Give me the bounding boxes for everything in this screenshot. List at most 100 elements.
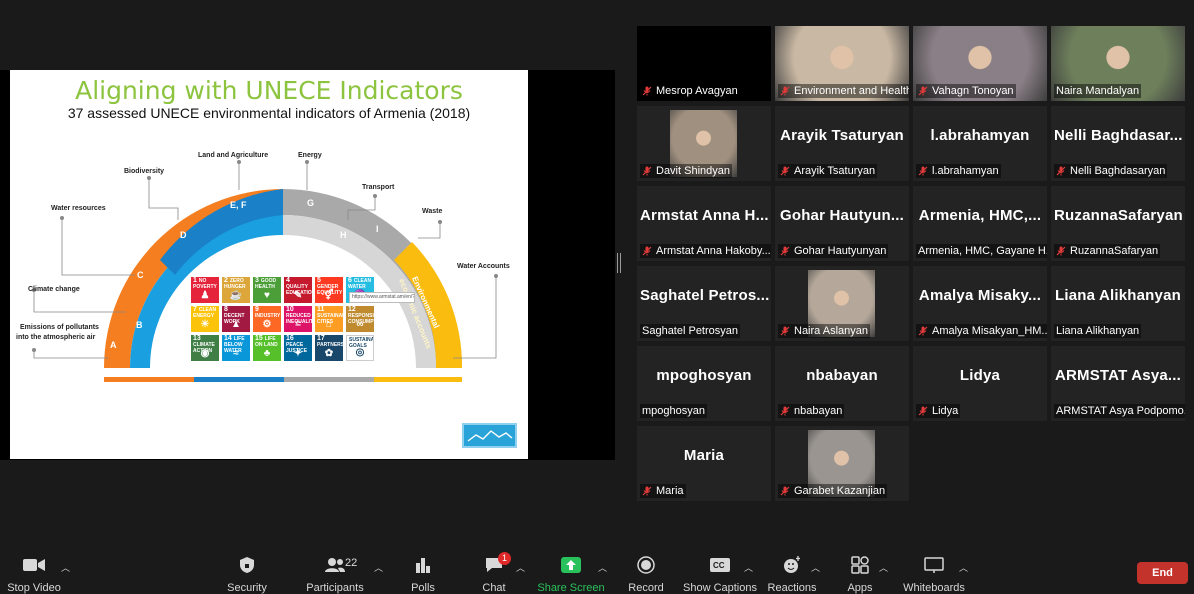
chart-logo-icon xyxy=(467,430,513,442)
record-icon xyxy=(637,556,655,574)
participant-name-label: ARMSTAT Asya Podpomo... xyxy=(1054,404,1185,418)
sdg-goal-icon: ⚙ xyxy=(262,319,272,330)
participant-tile[interactable]: nbabayan nbabayan xyxy=(775,346,909,421)
meeting-toolbar: Stop Video ︿ Security 22 Participants ︿ … xyxy=(0,549,1194,594)
polls-label: Polls xyxy=(411,582,435,594)
participant-tile[interactable]: Mesrop Avagyan xyxy=(637,26,771,101)
participant-tile[interactable]: Environment and Health xyxy=(775,26,909,101)
label-energy: Energy xyxy=(298,152,322,159)
sdg-goal-icon: ▲ xyxy=(231,319,241,330)
sdg-tile: 17 PARTNERSHIPS✿ xyxy=(315,335,343,361)
indicator-arch-diagram: Land and Agriculture Energy Biodiversity… xyxy=(16,152,510,382)
participant-name: Environment and Health xyxy=(794,85,909,97)
participant-tile[interactable]: Amalya Misaky... Amalya Misakyan_HM... xyxy=(913,266,1047,341)
muted-mic-icon xyxy=(780,166,790,176)
muted-mic-icon xyxy=(780,86,790,96)
whiteboards-options-caret-icon[interactable]: ︿ xyxy=(959,561,968,574)
arc-letter-g: G xyxy=(307,198,314,208)
sdg-tile: 2 ZERO HUNGER ☕ xyxy=(222,277,250,303)
participant-tile[interactable]: Gohar Hautyun... Gohar Hautyunyan xyxy=(775,186,909,261)
participant-name: Maria xyxy=(656,485,684,497)
share-screen-label: Share Screen xyxy=(537,582,605,594)
participant-display-name: Gohar Hautyun... xyxy=(779,207,905,224)
sdg-tile-number: 5 xyxy=(317,277,321,284)
participant-name-label: Nelli Baghdasaryan xyxy=(1054,164,1168,178)
participant-display-name: Amalya Misaky... xyxy=(918,287,1042,304)
participant-tile[interactable]: l.abrahamyan l.abrahamyan xyxy=(913,106,1047,181)
bar-orange xyxy=(104,377,194,382)
sdg-goal-icon: ♟ xyxy=(200,290,210,301)
chat-unread-badge: 1 xyxy=(498,552,512,565)
end-meeting-button[interactable]: End xyxy=(1137,562,1188,584)
participant-tile[interactable]: Nelli Baghdasar... Nelli Baghdasaryan xyxy=(1051,106,1185,181)
split-resize-handle[interactable] xyxy=(617,253,621,273)
participant-name-label: mpoghosyan xyxy=(640,404,707,418)
participant-name-label: Naira Aslanyan xyxy=(778,324,870,338)
sdg-goal-icon: ♣ xyxy=(263,348,271,359)
bar-yellow xyxy=(374,377,462,382)
participant-tile[interactable]: Naira Mandalyan xyxy=(1051,26,1185,101)
participant-tile[interactable]: Davit Shindyan xyxy=(637,106,771,181)
polls-button[interactable]: Polls xyxy=(383,555,463,594)
smiley-plus-icon xyxy=(784,556,800,573)
participants-button[interactable]: 22 Participants xyxy=(295,555,375,594)
participant-display-name: Saghatel Petros... xyxy=(640,287,770,304)
participant-tile[interactable]: Armstat Anna H... Armstat Anna Hakoby... xyxy=(637,186,771,261)
participant-tile[interactable]: mpoghosyan mpoghosyan xyxy=(637,346,771,421)
arc-letter-b: B xyxy=(136,320,143,330)
sdg-tile-number: 17 xyxy=(317,335,325,342)
apps-icon xyxy=(851,556,869,574)
label-land-agriculture: Land and Agriculture xyxy=(198,152,268,159)
chat-options-caret-icon[interactable]: ︿ xyxy=(516,561,525,574)
security-button[interactable]: Security xyxy=(207,555,287,594)
participant-name-label: Armstat Anna Hakoby... xyxy=(640,244,771,258)
label-biodiversity: Biodiversity xyxy=(124,168,164,175)
participant-display-name: Lidya xyxy=(959,367,1001,384)
label-emissions-line1: Emissions of pollutants xyxy=(20,324,99,331)
participant-name-label: Mesrop Avagyan xyxy=(640,84,740,98)
participant-name-label: l.abrahamyan xyxy=(916,164,1001,178)
video-options-caret-icon[interactable]: ︿ xyxy=(61,561,70,574)
record-button[interactable]: Record xyxy=(606,555,686,594)
participants-options-caret-icon[interactable]: ︿ xyxy=(374,561,383,574)
sdg-tile-number: 16 xyxy=(286,335,294,342)
participant-display-name: ARMSTAT Asya... xyxy=(1054,367,1182,384)
participant-name: Vahagn Tonoyan xyxy=(932,85,1014,97)
participant-tile[interactable]: Liana Alikhanyan Liana Alikhanyan xyxy=(1051,266,1185,341)
participant-name-label: nbabayan xyxy=(778,404,845,418)
participant-name: Arayik Tsaturyan xyxy=(794,165,876,177)
participant-tile[interactable]: Saghatel Petros... Saghatel Petrosyan xyxy=(637,266,771,341)
apps-options-caret-icon[interactable]: ︿ xyxy=(879,561,888,574)
participant-name: Armenia, HMC, Gayane H... xyxy=(918,245,1047,257)
participant-name-label: Environment and Health xyxy=(778,84,909,98)
participant-tile[interactable]: Lidya Lidya xyxy=(913,346,1047,421)
arc-letter-a: A xyxy=(110,340,117,350)
reactions-options-caret-icon[interactable]: ︿ xyxy=(811,561,820,574)
sdg-tile: 10 REDUCED INEQUALITIES= xyxy=(284,306,312,332)
participant-name: Saghatel Petrosyan xyxy=(642,325,739,337)
muted-mic-icon xyxy=(918,86,928,96)
participant-tile[interactable]: Naira Aslanyan xyxy=(775,266,909,341)
participant-tile[interactable]: RuzannaSafaryan RuzannaSafaryan xyxy=(1051,186,1185,261)
participant-tile[interactable]: Armenia, HMC,... Armenia, HMC, Gayane H..… xyxy=(913,186,1047,261)
arc-letter-d: D xyxy=(180,230,187,240)
participant-name: Mesrop Avagyan xyxy=(656,85,738,97)
participant-name-label: Arayik Tsaturyan xyxy=(778,164,878,178)
participant-tile[interactable]: ARMSTAT Asya... ARMSTAT Asya Podpomo... xyxy=(1051,346,1185,421)
sdg-tile: 9 INDUSTRY ⚙ xyxy=(253,306,281,332)
arc-letter-ef: E, F xyxy=(230,200,247,210)
sdg-tile: 15 LIFE ON LAND ♣ xyxy=(253,335,281,361)
participants-count: 22 xyxy=(345,557,358,569)
participant-tile[interactable]: Garabet Kazanjian xyxy=(775,426,909,501)
sdg-tile: 7 CLEAN ENERGY ☀ xyxy=(191,306,219,332)
sdg-tile: 4 QUALITY EDUCATION✎ xyxy=(284,277,312,303)
participant-tile[interactable]: Arayik Tsaturyan Arayik Tsaturyan xyxy=(775,106,909,181)
sdg-goal-icon: ⌂ xyxy=(325,319,333,330)
participant-name: l.abrahamyan xyxy=(932,165,999,177)
shield-icon xyxy=(240,557,254,573)
participant-name-label: Armenia, HMC, Gayane H... xyxy=(916,244,1047,258)
participant-name-label: Maria xyxy=(640,484,686,498)
participant-tile[interactable]: Maria Maria xyxy=(637,426,771,501)
participant-tile[interactable]: Vahagn Tonoyan xyxy=(913,26,1047,101)
video-camera-icon xyxy=(23,559,45,571)
